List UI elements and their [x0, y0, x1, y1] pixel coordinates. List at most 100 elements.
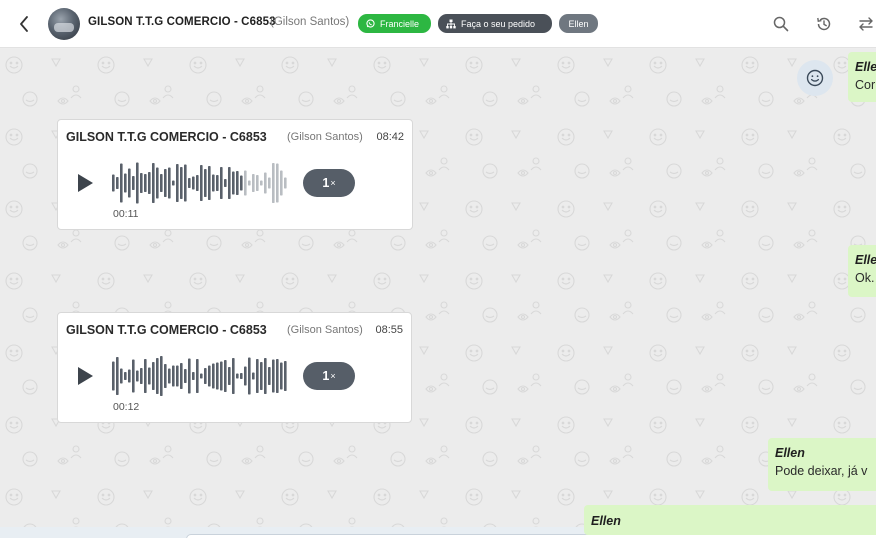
search-icon — [773, 16, 789, 32]
waveform-bar — [280, 170, 283, 196]
tag-ellen[interactable]: Ellen — [559, 14, 598, 33]
transfer-button[interactable] — [856, 14, 876, 34]
waveform-bar — [164, 364, 167, 388]
waveform-bar — [208, 365, 211, 387]
waveform-bar — [188, 358, 191, 394]
waveform-bar — [112, 174, 115, 192]
waveform-bar — [128, 168, 131, 198]
contact-name[interactable]: GILSON T.T.G COMERCIO - C6853 — [88, 16, 276, 28]
history-button[interactable] — [814, 14, 834, 34]
audio-sender: GILSON T.T.G COMERCIO - C6853 — [66, 323, 267, 337]
waveform-bar — [156, 358, 159, 394]
waveform-bar — [192, 176, 195, 190]
waveform-bar — [168, 167, 171, 199]
waveform-bar — [272, 163, 275, 203]
waveform-bar — [268, 367, 271, 385]
waveform-bar — [264, 358, 267, 394]
waveform-bar — [260, 180, 263, 186]
waveform-bar — [244, 170, 247, 196]
waveform-bar — [168, 368, 171, 384]
waveform-bar — [148, 172, 151, 194]
waveform-bar — [240, 175, 243, 191]
playback-speed-button[interactable]: 1 × — [303, 169, 355, 197]
outgoing-message[interactable]: Ellen Cor — [848, 52, 876, 102]
waveform-bar — [284, 177, 287, 189]
waveform-bar — [212, 363, 215, 389]
waveform-bar — [140, 368, 143, 384]
transfer-icon — [859, 17, 873, 31]
message-text: Ok. — [855, 271, 875, 285]
message-author: Ellen — [591, 514, 621, 528]
message-time: 08:42 — [376, 131, 404, 143]
playback-speed-button[interactable]: 1 × — [303, 362, 355, 390]
waveform-bar — [160, 174, 163, 192]
waveform-bar — [216, 362, 219, 390]
play-icon — [78, 174, 93, 192]
waveform-bar — [276, 359, 279, 393]
play-button[interactable] — [76, 366, 94, 386]
waveform-bar — [136, 370, 139, 382]
waveform-bar — [160, 356, 163, 396]
waveform-bar — [176, 365, 179, 387]
waveform-bar — [196, 359, 199, 393]
waveform-bar — [136, 162, 139, 204]
waveform-bar — [156, 167, 159, 199]
waveform-bar — [272, 359, 275, 393]
play-icon — [78, 367, 93, 385]
audio-message[interactable]: GILSON T.T.G COMERCIO - C6853 (Gilson Sa… — [57, 312, 412, 423]
back-button[interactable] — [14, 13, 34, 35]
outgoing-message[interactable]: Ellen Pode deixar, já v — [768, 438, 876, 491]
waveform-bar — [216, 175, 219, 191]
waveform-bar — [200, 165, 203, 201]
message-author: Ellen — [855, 60, 876, 74]
tag-faca-pedido[interactable]: Faça o seu pedido — [438, 14, 552, 33]
audio-waveform[interactable] — [112, 158, 292, 208]
waveform-bar — [240, 373, 243, 379]
speed-value: 1 — [322, 176, 330, 190]
smile-icon — [806, 69, 824, 87]
waveform-bar — [140, 173, 143, 193]
waveform-bar — [188, 178, 191, 188]
history-icon — [817, 17, 831, 31]
waveform-bar — [244, 366, 247, 386]
audio-waveform[interactable] — [112, 351, 292, 401]
tag-francielle[interactable]: Francielle — [358, 14, 431, 33]
waveform-bar — [180, 167, 183, 199]
audio-message[interactable]: GILSON T.T.G COMERCIO - C6853 (Gilson Sa… — [57, 119, 413, 230]
waveform-bar — [120, 163, 123, 203]
speed-value: 1 — [322, 369, 330, 383]
waveform-bar — [236, 171, 239, 195]
waveform-bar — [148, 367, 151, 385]
outgoing-message[interactable]: Ellen Ok. — [848, 245, 876, 297]
waveform-bar — [220, 361, 223, 391]
avatar[interactable] — [48, 8, 80, 40]
waveform-bar — [224, 179, 227, 187]
tag-label: Faça o seu pedido — [461, 18, 536, 29]
waveform-bar — [192, 372, 195, 380]
waveform-bar — [164, 169, 167, 197]
play-button[interactable] — [76, 173, 94, 193]
waveform-bar — [220, 167, 223, 199]
chevron-left-icon — [20, 16, 28, 32]
waveform-bar — [124, 173, 127, 193]
waveform-bar — [232, 171, 235, 195]
emoji-button[interactable] — [797, 60, 833, 96]
whatsapp-icon — [366, 19, 375, 28]
outgoing-message[interactable]: Ellen — [584, 505, 876, 535]
waveform-bar — [264, 172, 267, 194]
waveform-bar — [256, 359, 259, 393]
audio-sender: GILSON T.T.G COMERCIO - C6853 — [66, 130, 267, 144]
search-button[interactable] — [771, 14, 791, 34]
speed-suffix: × — [330, 371, 336, 381]
waveform-bar — [268, 177, 271, 189]
waveform-bar — [260, 362, 263, 390]
waveform-bar — [144, 359, 147, 393]
audio-duration: 00:11 — [113, 208, 139, 220]
waveform-bar — [248, 180, 251, 186]
waveform-bar — [116, 357, 119, 395]
waveform-bar — [152, 163, 155, 203]
waveform-bar — [284, 361, 287, 391]
chat-header: GILSON T.T.G COMERCIO - C6853 (Gilson Sa… — [0, 0, 876, 48]
waveform-bar — [116, 177, 119, 189]
waveform-bar — [176, 164, 179, 202]
